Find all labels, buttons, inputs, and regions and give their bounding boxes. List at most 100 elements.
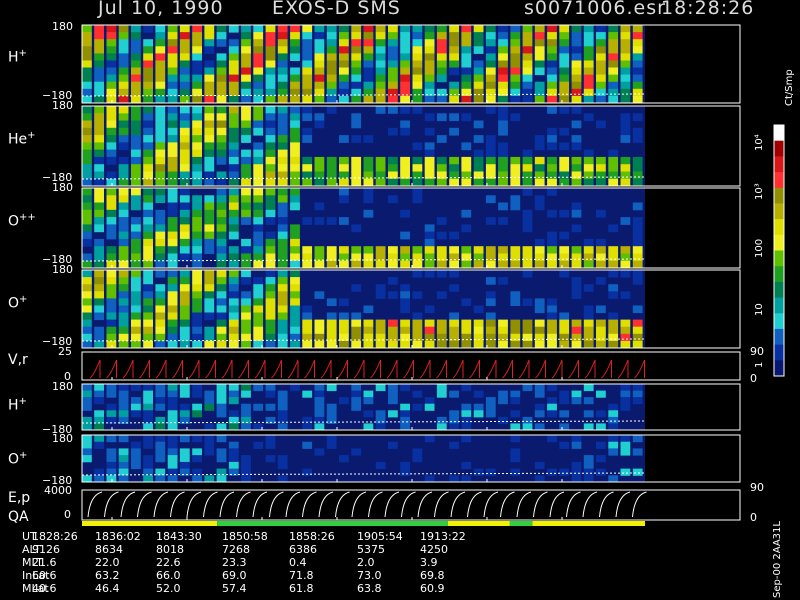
- he-plus-panel-cell: [326, 106, 337, 114]
- o-plus-panel-cell: [94, 312, 104, 321]
- h-plus-panel-cell: [412, 25, 423, 33]
- o-plus-panel-cell: [302, 340, 313, 349]
- lower-o-plus-panel-cell: [241, 475, 251, 483]
- o-plus-panel-cell: [424, 319, 435, 328]
- h-plus-panel-cell: [559, 39, 570, 47]
- o-plusplus-panel-cell: [608, 246, 619, 254]
- h-plus-panel-cell: [449, 81, 459, 90]
- o-plusplus-panel-cell: [167, 253, 178, 262]
- o-plus-panel-cell: [167, 333, 178, 342]
- he-plus-panel-cell: [277, 164, 288, 172]
- table-cell: 1858:26: [289, 530, 335, 543]
- o-plusplus-panel-cell: [216, 202, 227, 211]
- o-plus-panel-cell: [216, 291, 227, 299]
- spectrogram-figure: Jul 10, 1990 EXOS-D SMS s0071006.esr 18:…: [0, 0, 800, 600]
- lower-h-plus-panel-cell: [388, 397, 398, 405]
- he-plus-panel-cell: [290, 164, 300, 172]
- he-plus-panel-cell: [290, 113, 300, 122]
- o-plus-panel-cell: [106, 312, 117, 321]
- h-plus-panel-cell: [632, 39, 643, 47]
- o-plusplus-panel-cell: [485, 246, 496, 254]
- h-plus-panel-cell: [326, 81, 337, 90]
- table-cell: 66.0: [156, 569, 181, 582]
- o-plusplus-panel-cell: [265, 260, 276, 269]
- he-plus-panel-cell: [192, 142, 202, 151]
- o-plus-panel-cell: [179, 270, 190, 278]
- lower-o-plus-panel-cell: [473, 468, 484, 476]
- he-plus-panel-cell: [559, 164, 570, 172]
- h-plus-panel-cell: [571, 88, 582, 97]
- lower-h-plus-panel-cell: [608, 416, 619, 424]
- he-plus-panel-cell: [534, 135, 545, 143]
- lower-h-plus-panel-cell: [326, 416, 337, 424]
- lower-h-plus-panel-cell: [302, 416, 313, 424]
- h-plus-panel-cell: [534, 88, 545, 97]
- lower-o-plus-panel-cell: [449, 441, 459, 449]
- lower-o-plus-panel-cell: [179, 461, 190, 470]
- he-plus-panel-cell: [498, 113, 508, 122]
- o-plusplus-panel-cell: [167, 224, 178, 233]
- h-plus-panel-cell: [302, 81, 313, 90]
- he-plus-panel-cell: [167, 127, 178, 136]
- h-plus-panel-cell: [94, 46, 104, 54]
- h-plus-panel-cell: [265, 46, 276, 54]
- h-plus-panel-cell: [608, 32, 619, 40]
- lower-h-plus-panel-cell: [204, 390, 215, 398]
- he-plus-panel-cell: [400, 178, 410, 187]
- h-plus-panel-cell: [82, 25, 92, 33]
- table-cell: 5375: [357, 543, 385, 556]
- o-plus-panel-cell: [620, 291, 631, 299]
- o-plusplus-panel-cell: [155, 231, 166, 240]
- o-plus-panel-cell: [253, 298, 264, 306]
- o-plus-panel-cell: [596, 277, 606, 285]
- lower-h-plus-panel-cell: [363, 410, 374, 418]
- tick-ep-bot: 0: [64, 508, 71, 521]
- tick-ep-right-top: 90: [750, 481, 764, 494]
- h-plus-panel-cell: [534, 39, 545, 47]
- lower-o-plus-panel-cell: [277, 461, 288, 470]
- he-plus-panel-cell: [253, 164, 264, 172]
- h-plus-panel-cell: [82, 81, 92, 90]
- lower-h-plus-panel-cell: [131, 410, 141, 418]
- o-plusplus-panel-cell: [265, 195, 276, 204]
- h-plus-panel-cell: [155, 25, 166, 33]
- h-plus-panel-cell: [143, 60, 153, 69]
- lower-h-plus-panel-cell: [436, 423, 447, 431]
- lower-o-plus-panel-cell: [559, 468, 570, 476]
- o-plusplus-panel-cell: [277, 231, 288, 240]
- o-plus-panel-cell: [290, 298, 300, 306]
- lower-h-plus-panel-cell: [167, 403, 178, 411]
- h-plus-panel-cell: [571, 95, 582, 104]
- o-plus-panel-cell: [583, 312, 594, 321]
- he-plus-panel-cell: [167, 171, 178, 180]
- table-cell: 1913:22: [420, 530, 466, 543]
- h-plus-panel-cell: [82, 39, 92, 47]
- h-plus-panel-cell: [498, 67, 508, 76]
- h-plus-panel-cell: [596, 88, 606, 97]
- o-plusplus-panel-cell: [94, 217, 104, 225]
- table-cell: 69.8: [420, 569, 445, 582]
- he-plus-panel-cell: [143, 164, 153, 172]
- o-plusplus-panel-cell: [241, 188, 251, 196]
- lower-h-plus-panel-cell: [241, 384, 251, 392]
- o-plus-panel-cell: [106, 298, 117, 306]
- o-plus-panel-cell: [326, 326, 337, 335]
- h-plus-panel-cell: [547, 53, 557, 61]
- he-plus-panel-cell: [351, 178, 362, 187]
- lower-o-plus-panel-cell: [510, 435, 521, 443]
- o-plus-panel-cell: [277, 291, 288, 299]
- h-plus-panel-cell: [131, 60, 141, 69]
- h-plus-panel-cell: [216, 67, 227, 76]
- h-plus-panel-cell: [326, 32, 337, 40]
- o-plus-panel-cell: [265, 277, 276, 285]
- lower-h-plus-panel-cell: [449, 390, 459, 398]
- he-plus-panel-cell: [375, 106, 386, 114]
- o-plusplus-panel-cell: [534, 238, 545, 247]
- h-plus-panel-cell: [436, 95, 447, 104]
- o-plus-panel-cell: [192, 291, 202, 299]
- o-plus-panel-cell: [94, 291, 104, 299]
- o-plus-panel-cell: [608, 326, 619, 335]
- o-plusplus-panel-cell: [216, 195, 227, 204]
- h-plus-panel-cell: [167, 32, 178, 40]
- o-plus-panel-cell: [314, 291, 325, 299]
